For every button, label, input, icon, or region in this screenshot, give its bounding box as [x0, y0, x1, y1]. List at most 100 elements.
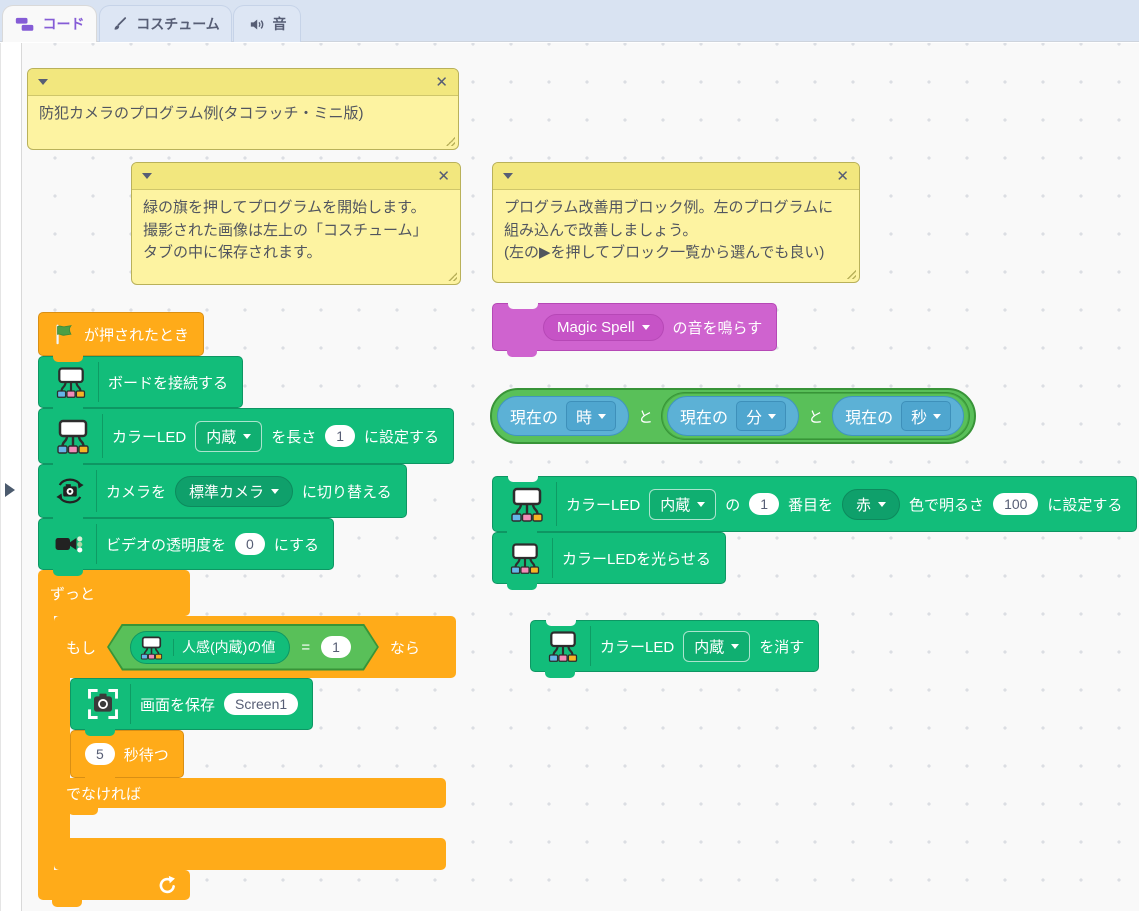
close-comment-icon[interactable]: ✕: [437, 169, 450, 184]
if-block-bottom[interactable]: [54, 838, 446, 870]
block-label: 色で明るさ: [909, 494, 984, 515]
play-sound-block[interactable]: Magic Spell の音を鳴らす: [492, 303, 777, 351]
collapse-comment-icon[interactable]: [142, 173, 152, 179]
comment-header: ✕: [493, 163, 859, 190]
dropdown-value: 標準カメラ: [189, 481, 264, 502]
screen-name-input[interactable]: Screen1: [224, 693, 298, 715]
set-led-color-block[interactable]: カラーLED 内蔵 の 1 番目を 赤 色で明るさ 100 に設定する: [492, 476, 1137, 532]
comment-resize-handle[interactable]: [846, 269, 856, 279]
wait-seconds-block[interactable]: 5 秒待つ: [70, 730, 184, 778]
if-block-spine[interactable]: [54, 677, 70, 778]
collapse-comment-icon[interactable]: [38, 79, 48, 85]
dropdown-value: 分: [746, 404, 762, 428]
led-on-block[interactable]: カラーLEDを光らせる: [492, 532, 726, 584]
join-operator-block-nested[interactable]: 現在の 分 と 現在の 秒: [662, 393, 969, 439]
led-off-block[interactable]: カラーLED 内蔵 を消す: [530, 620, 819, 672]
led-index-input[interactable]: 1: [749, 493, 779, 515]
current-hour-reporter[interactable]: 現在の 時: [497, 396, 629, 436]
block-label: の: [725, 494, 740, 515]
divider: [130, 684, 131, 724]
tab-code-label: コード: [43, 14, 85, 34]
chevron-down-icon: [243, 434, 251, 439]
brightness-input[interactable]: 100: [993, 493, 1038, 515]
divider: [102, 414, 103, 458]
set-led-length-block[interactable]: カラーLED 内蔵 を長さ 1 に設定する: [38, 408, 454, 464]
divider: [96, 524, 97, 564]
led-select-dropdown[interactable]: 内蔵: [195, 421, 262, 452]
palette-expand-arrow[interactable]: [5, 483, 15, 497]
block-label: を消す: [759, 636, 804, 657]
comment-text[interactable]: 緑の旗を押してプログラムを開始します。 撮影された画像は左上の「コスチューム」 …: [132, 190, 460, 269]
if-block-top[interactable]: もし 人感(内蔵)の値 = 1 なら: [54, 616, 456, 678]
block-label: もし: [66, 637, 96, 658]
time-unit-dropdown[interactable]: 秒: [901, 401, 951, 431]
wait-seconds-input[interactable]: 5: [85, 743, 115, 765]
color-select-dropdown[interactable]: 赤: [842, 489, 900, 520]
transparency-input[interactable]: 0: [235, 533, 265, 555]
tab-code[interactable]: コード: [2, 5, 97, 42]
comment-line: プログラム改善用ブロック例。左のプログラムに: [504, 197, 848, 220]
when-flag-clicked-block[interactable]: が押されたとき: [38, 312, 204, 356]
block-label: カラーLEDを光らせる: [562, 548, 711, 569]
forever-block-spine[interactable]: [38, 615, 54, 871]
save-screen-block[interactable]: 画面を保存 Screen1: [70, 678, 313, 730]
block-label: にする: [274, 534, 319, 555]
palette-strip: [0, 43, 22, 911]
equals-condition-block[interactable]: 人感(内蔵)の値 = 1: [107, 624, 379, 671]
video-transparency-block[interactable]: ビデオの透明度を 0 にする: [38, 518, 334, 570]
comment-resize-handle[interactable]: [447, 271, 457, 281]
block-label: 画面を保存: [140, 694, 215, 715]
board-icon: [53, 364, 89, 400]
close-comment-icon[interactable]: ✕: [836, 169, 849, 184]
comment-text[interactable]: プログラム改善用ブロック例。左のプログラムに 組み込んで改善しましょう。 (左の…: [493, 190, 859, 269]
block-label: 秒待つ: [124, 744, 169, 765]
block-label: ボードを接続する: [108, 372, 228, 393]
comment-resize-handle[interactable]: [445, 136, 455, 146]
tab-costumes[interactable]: コスチューム: [99, 5, 232, 42]
led-select-dropdown[interactable]: 内蔵: [649, 489, 716, 520]
dropdown-value: 秒: [911, 404, 927, 428]
dropdown-value: 内蔵: [660, 494, 690, 515]
join-label: と: [638, 406, 653, 427]
block-label: に切り替える: [302, 481, 392, 502]
sound-select-dropdown[interactable]: Magic Spell: [543, 314, 664, 341]
divider: [96, 470, 97, 512]
dropdown-value: 内蔵: [206, 426, 236, 447]
reporter-label: 人感(内蔵)の値: [182, 637, 275, 657]
block-label: なら: [390, 637, 420, 658]
comment-title[interactable]: ✕ 防犯カメラのプログラム例(タコラッチ・ミニ版): [27, 68, 459, 150]
comment-improvement-info[interactable]: ✕ プログラム改善用ブロック例。左のプログラムに 組み込んで改善しましょう。 (…: [492, 162, 860, 283]
reporter-label: 現在の: [845, 404, 893, 428]
tab-sounds[interactable]: 音: [233, 5, 301, 42]
divider: [590, 626, 591, 666]
dropdown-value: 時: [576, 404, 592, 428]
collapse-comment-icon[interactable]: [503, 173, 513, 179]
block-label: が押されたとき: [84, 324, 189, 345]
connect-board-block[interactable]: ボードを接続する: [38, 356, 243, 408]
comment-text[interactable]: 防犯カメラのプログラム例(タコラッチ・ミニ版): [28, 96, 458, 130]
close-comment-icon[interactable]: ✕: [435, 75, 448, 90]
switch-camera-block[interactable]: カメラを 標準カメラ に切り替える: [38, 464, 407, 518]
divider: [173, 639, 174, 656]
comment-start-info[interactable]: ✕ 緑の旗を押してプログラムを開始します。 撮影された画像は左上の「コスチューム…: [131, 162, 461, 285]
time-unit-dropdown[interactable]: 分: [736, 401, 786, 431]
forever-block-bottom[interactable]: [38, 870, 190, 900]
forever-block-top[interactable]: ずっと: [38, 570, 190, 616]
block-label: ビデオの透明度を: [106, 534, 226, 555]
block-label: でなければ: [66, 783, 141, 804]
comment-line: 組み込んで改善しましょう。: [504, 220, 848, 243]
block-label: 番目を: [788, 494, 833, 515]
board-icon: [507, 540, 543, 576]
board-icon: [545, 628, 581, 664]
join-operator-block[interactable]: 現在の 時 と 現在の 分 と 現在の 秒: [490, 388, 976, 444]
current-minute-reporter[interactable]: 現在の 分: [667, 396, 799, 436]
compare-value-input[interactable]: 1: [321, 636, 351, 658]
chevron-down-icon: [642, 325, 650, 330]
length-input[interactable]: 1: [325, 425, 355, 447]
time-unit-dropdown[interactable]: 時: [566, 401, 616, 431]
camera-select-dropdown[interactable]: 標準カメラ: [175, 476, 293, 507]
block-label: に設定する: [364, 426, 439, 447]
current-second-reporter[interactable]: 現在の 秒: [832, 396, 964, 436]
motion-sensor-reporter[interactable]: 人感(内蔵)の値: [130, 631, 290, 664]
led-select-dropdown[interactable]: 内蔵: [683, 631, 750, 662]
